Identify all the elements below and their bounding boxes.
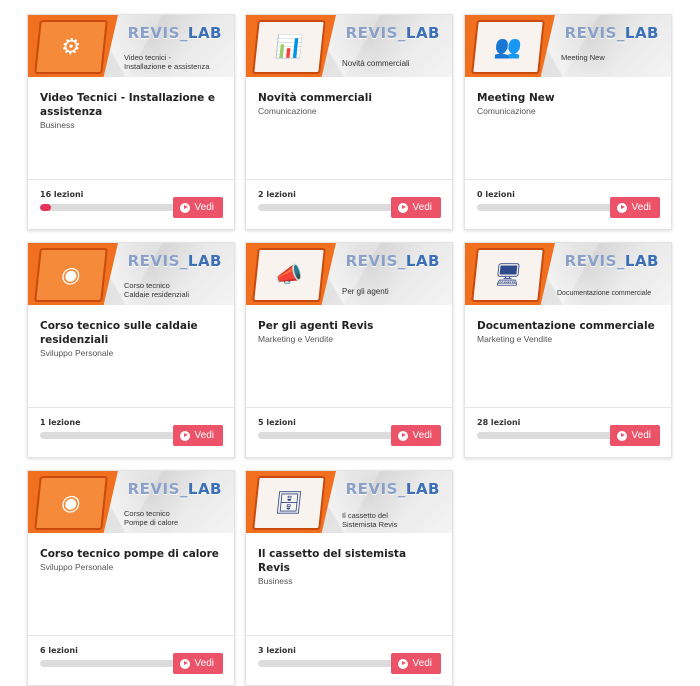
banner-caption: Documentazione commerciale <box>557 290 652 297</box>
card-divider <box>246 635 452 636</box>
course-banner[interactable]: 🖥 REVIS_LAB Documentazione commerciale <box>465 243 671 305</box>
course-category: Business <box>40 120 75 130</box>
course-title[interactable]: Documentazione commerciale <box>477 319 659 333</box>
course-card[interactable]: ◉ REVIS_LAB Corso tecnico Pompe di calore… <box>27 470 235 686</box>
agent-megaphone-icon: 📣 <box>252 248 326 302</box>
banner-thumbnail: ⚙ <box>28 15 118 77</box>
play-icon <box>397 202 408 213</box>
banner-caption: Per gli agenti <box>342 287 389 296</box>
course-title[interactable]: Corso tecnico sulle caldaie residenziali <box>40 319 222 347</box>
banner-thumbnail: ◉ <box>28 471 118 533</box>
card-divider <box>246 407 452 408</box>
course-banner[interactable]: 🗄 REVIS_LAB Il cassetto del Sistemista Re… <box>246 471 452 533</box>
revis-lab-logo: REVIS_LAB <box>564 252 659 270</box>
revis-lab-logo: REVIS_LAB <box>127 24 222 42</box>
heat-pump-network-icon: ◉ <box>34 476 108 530</box>
card-divider <box>246 179 452 180</box>
revis-lab-logo: REVIS_LAB <box>345 252 440 270</box>
banner-thumbnail: 📊 <box>246 15 336 77</box>
vedi-button[interactable]: Vedi <box>390 653 441 674</box>
play-icon <box>179 202 190 213</box>
revis-lab-logo: REVIS_LAB <box>345 480 440 498</box>
course-banner[interactable]: ◉ REVIS_LAB Corso tecnico Pompe di calore <box>28 471 234 533</box>
play-icon <box>397 430 408 441</box>
revis-lab-logo: REVIS_LAB <box>127 480 222 498</box>
course-banner[interactable]: ⚙ REVIS_LAB Video tecnici - Installazione… <box>28 15 234 77</box>
course-category: Comunicazione <box>477 106 536 116</box>
course-card[interactable]: 📣 REVIS_LAB Per gli agenti Per gli agent… <box>245 242 453 458</box>
banner-thumbnail: ◉ <box>28 243 118 305</box>
vedi-button[interactable]: Vedi <box>172 425 223 446</box>
banner-thumbnail: 🖥 <box>465 243 555 305</box>
play-icon <box>616 430 627 441</box>
card-divider <box>28 635 234 636</box>
card-divider <box>28 407 234 408</box>
course-category: Business <box>258 576 293 586</box>
banner-thumbnail: 👥 <box>465 15 555 77</box>
card-divider <box>465 407 671 408</box>
course-card[interactable]: 📊 REVIS_LAB Novità commerciali Novità co… <box>245 14 453 230</box>
course-category: Sviluppo Personale <box>40 348 114 358</box>
course-banner[interactable]: 📣 REVIS_LAB Per gli agenti <box>246 243 452 305</box>
vedi-button[interactable]: Vedi <box>390 425 441 446</box>
banner-thumbnail: 🗄 <box>246 471 336 533</box>
course-grid: ⚙ REVIS_LAB Video tecnici - Installazione… <box>0 0 700 686</box>
play-icon <box>179 658 190 669</box>
course-category: Marketing e Vendite <box>258 334 334 344</box>
course-banner[interactable]: 👥 REVIS_LAB Meeting New <box>465 15 671 77</box>
office-desk-icon: 🖥 <box>471 248 545 302</box>
course-category: Comunicazione <box>258 106 317 116</box>
revis-lab-logo: REVIS_LAB <box>345 24 440 42</box>
course-card[interactable]: 🖥 REVIS_LAB Documentazione commerciale D… <box>464 242 672 458</box>
progress-fill <box>40 204 51 211</box>
course-category: Marketing e Vendite <box>477 334 553 344</box>
vedi-button[interactable]: Vedi <box>609 425 660 446</box>
banner-caption: Corso tecnico Pompe di calore <box>124 509 179 527</box>
vedi-button[interactable]: Vedi <box>172 197 223 218</box>
banner-caption: Novità commerciali <box>342 59 410 68</box>
play-icon <box>179 430 190 441</box>
course-title[interactable]: Il cassetto del sistemista Revis <box>258 547 440 575</box>
vedi-button[interactable]: Vedi <box>390 197 441 218</box>
banner-caption: Il cassetto del Sistemista Revis <box>342 511 398 529</box>
course-banner[interactable]: 📊 REVIS_LAB Novità commerciali <box>246 15 452 77</box>
course-title[interactable]: Novità commerciali <box>258 91 440 105</box>
course-title[interactable]: Corso tecnico pompe di calore <box>40 547 222 561</box>
play-icon <box>616 202 627 213</box>
course-card[interactable]: 🗄 REVIS_LAB Il cassetto del Sistemista Re… <box>245 470 453 686</box>
banner-caption: Video tecnici - Installazione e assistenz… <box>124 53 210 71</box>
revis-lab-logo: REVIS_LAB <box>564 24 659 42</box>
drawer-cabinet-icon: 🗄 <box>252 476 326 530</box>
play-icon <box>397 658 408 669</box>
vedi-button[interactable]: Vedi <box>609 197 660 218</box>
course-card[interactable]: 👥 REVIS_LAB Meeting New Meeting New Comu… <box>464 14 672 230</box>
boiler-network-icon: ◉ <box>34 248 108 302</box>
course-card[interactable]: ⚙ REVIS_LAB Video tecnici - Installazione… <box>27 14 235 230</box>
meeting-icon: 👥 <box>471 20 545 74</box>
presentation-icon: 📊 <box>252 20 326 74</box>
card-divider <box>465 179 671 180</box>
revis-lab-logo: REVIS_LAB <box>127 252 222 270</box>
course-category: Sviluppo Personale <box>40 562 114 572</box>
course-banner[interactable]: ◉ REVIS_LAB Corso tecnico Caldaie residen… <box>28 243 234 305</box>
course-title[interactable]: Per gli agenti Revis <box>258 319 440 333</box>
banner-thumbnail: 📣 <box>246 243 336 305</box>
course-title[interactable]: Video Tecnici - Installazione e assisten… <box>40 91 222 119</box>
wrench-gear-icon: ⚙ <box>34 20 108 74</box>
course-card[interactable]: ◉ REVIS_LAB Corso tecnico Caldaie residen… <box>27 242 235 458</box>
card-divider <box>28 179 234 180</box>
vedi-button[interactable]: Vedi <box>172 653 223 674</box>
course-title[interactable]: Meeting New <box>477 91 659 105</box>
banner-caption: Meeting New <box>561 53 605 62</box>
banner-caption: Corso tecnico Caldaie residenziali <box>124 281 190 299</box>
